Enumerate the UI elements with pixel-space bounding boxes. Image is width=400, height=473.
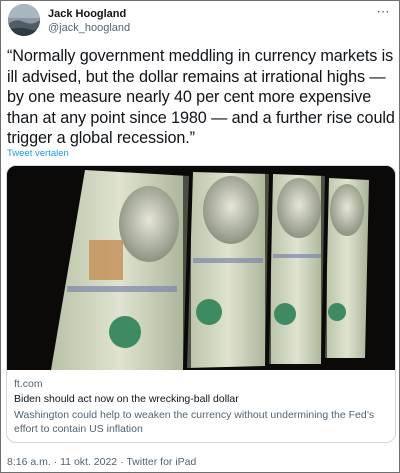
author-name[interactable]: Jack Hoogland	[48, 8, 126, 20]
link-card[interactable]: ft.com Biden should act now on the wreck…	[6, 165, 396, 443]
tweet-meta: 8:16 a.m. · 11 okt. 2022 · Twitter for i…	[7, 456, 196, 468]
author-handle[interactable]: @jack_hoogland	[48, 22, 130, 34]
card-title[interactable]: Biden should act now on the wrecking-bal…	[14, 393, 388, 405]
tweet-header: Jack Hoogland @jack_hoogland ⋯	[8, 4, 391, 38]
tweet-time[interactable]: 8:16 a.m.	[7, 456, 51, 468]
translate-tweet-link[interactable]: Tweet vertalen	[7, 148, 69, 159]
tweet-container: Jack Hoogland @jack_hoogland ⋯ “Normally…	[0, 0, 400, 473]
meta-separator: ·	[53, 456, 58, 468]
more-dots-icon: ⋯	[376, 4, 390, 19]
avatar-photo	[8, 4, 40, 36]
tweet-date[interactable]: 11 okt. 2022	[60, 456, 117, 468]
tweet-source[interactable]: Twitter for iPad	[126, 456, 196, 468]
more-options-button[interactable]: ⋯	[375, 5, 391, 21]
card-text: ft.com Biden should act now on the wreck…	[14, 378, 388, 436]
dollar-bills-photo	[7, 166, 395, 370]
card-description: Washington could help to weaken the curr…	[14, 409, 375, 435]
card-image[interactable]	[7, 166, 395, 370]
card-domain: ft.com	[14, 378, 43, 390]
meta-separator: ·	[120, 456, 124, 468]
tweet-text: “Normally government meddling in currenc…	[7, 47, 395, 147]
avatar[interactable]	[8, 4, 40, 36]
